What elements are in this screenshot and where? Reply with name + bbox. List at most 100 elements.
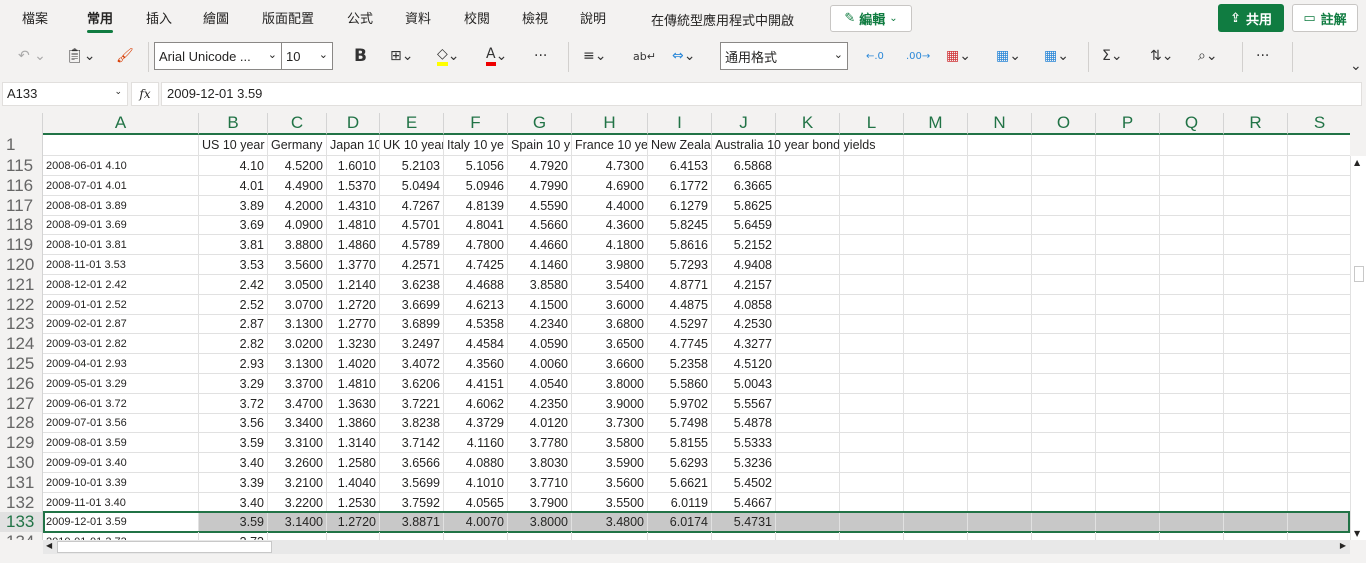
scroll-up-icon[interactable]: ▲ bbox=[1354, 158, 1360, 167]
undo-button[interactable]: ↶ ⌄ bbox=[18, 44, 46, 68]
cell-P116[interactable] bbox=[1096, 175, 1160, 196]
cell-E121[interactable]: 3.6238 bbox=[380, 274, 444, 295]
cell-D116[interactable]: 1.5370 bbox=[327, 175, 380, 196]
cell-J122[interactable]: 4.0858 bbox=[712, 294, 776, 315]
cell-E126[interactable]: 3.6206 bbox=[380, 373, 444, 394]
column-header-M[interactable]: M bbox=[904, 113, 968, 135]
cell-Q116[interactable] bbox=[1160, 175, 1224, 196]
cell-I117[interactable]: 6.1279 bbox=[648, 195, 712, 216]
cell-M131[interactable] bbox=[904, 472, 968, 493]
column-header-L[interactable]: L bbox=[840, 113, 904, 135]
cell-S118[interactable] bbox=[1288, 215, 1350, 236]
cell-H121[interactable]: 3.5400 bbox=[572, 274, 648, 295]
cell-O118[interactable] bbox=[1032, 215, 1096, 236]
cell-S116[interactable] bbox=[1288, 176, 1350, 196]
scroll-left-icon[interactable]: ◀ bbox=[46, 541, 52, 550]
row-header[interactable]: 130 bbox=[0, 453, 43, 473]
cell-J116[interactable]: 6.3665 bbox=[712, 175, 776, 196]
cell-styles-button[interactable]: ▦ ⌄ bbox=[1044, 44, 1069, 68]
cell-K122[interactable] bbox=[776, 294, 840, 315]
cell-C120[interactable]: 3.5600 bbox=[268, 255, 327, 275]
cell-B116[interactable]: 4.01 bbox=[199, 175, 268, 196]
cell-S119[interactable] bbox=[1288, 235, 1350, 256]
cell-G124[interactable]: 4.0590 bbox=[508, 334, 572, 355]
cell-D115[interactable]: 1.6010 bbox=[327, 156, 380, 176]
cell-I129[interactable]: 5.8155 bbox=[648, 433, 712, 454]
cell-K128[interactable] bbox=[776, 413, 840, 434]
row-header[interactable]: 128 bbox=[0, 413, 43, 434]
cell-E125[interactable]: 3.4072 bbox=[380, 354, 444, 374]
cell-E116[interactable]: 5.0494 bbox=[380, 175, 444, 196]
cell-G115[interactable]: 4.7920 bbox=[508, 156, 572, 176]
cell-S121[interactable] bbox=[1288, 275, 1350, 295]
cell-B124[interactable]: 2.82 bbox=[199, 334, 268, 355]
cell-M1[interactable] bbox=[904, 135, 968, 156]
cell-R132[interactable] bbox=[1224, 492, 1288, 513]
cell-H120[interactable]: 3.9800 bbox=[572, 255, 648, 275]
cell-Q117[interactable] bbox=[1160, 195, 1224, 216]
cell-Q133[interactable] bbox=[1160, 512, 1224, 533]
comments-button[interactable]: ▭ 註解 bbox=[1292, 4, 1358, 32]
cell-D119[interactable]: 1.4860 bbox=[327, 235, 380, 256]
tab-0[interactable]: 檔案 bbox=[22, 8, 48, 27]
cell-I124[interactable]: 4.7745 bbox=[648, 334, 712, 355]
cell-B119[interactable]: 3.81 bbox=[199, 235, 268, 256]
decrease-decimal-button[interactable]: .00→ bbox=[906, 44, 930, 68]
cell-A117[interactable]: 2008-08-01 3.89 bbox=[43, 195, 199, 216]
cell-R125[interactable] bbox=[1224, 354, 1288, 374]
cell-M130[interactable] bbox=[904, 453, 968, 473]
cell-I131[interactable]: 5.6621 bbox=[648, 472, 712, 493]
tab-6[interactable]: 資料 bbox=[405, 8, 431, 27]
cell-F134[interactable] bbox=[444, 532, 508, 540]
cell-A130[interactable]: 2009-09-01 3.40 bbox=[43, 453, 199, 473]
name-box[interactable]: A133 ⌄ bbox=[2, 82, 128, 106]
cell-O126[interactable] bbox=[1032, 373, 1096, 394]
cell-M133[interactable] bbox=[904, 512, 968, 533]
cell-H128[interactable]: 3.7300 bbox=[572, 413, 648, 434]
cell-P128[interactable] bbox=[1096, 413, 1160, 434]
cell-L119[interactable] bbox=[840, 235, 904, 256]
cell-K127[interactable] bbox=[776, 393, 840, 414]
cell-E130[interactable]: 3.6566 bbox=[380, 453, 444, 473]
cell-G129[interactable]: 3.7780 bbox=[508, 433, 572, 454]
cell-I133[interactable]: 6.0174 bbox=[648, 512, 712, 533]
cell-K129[interactable] bbox=[776, 433, 840, 454]
cell-M121[interactable] bbox=[904, 274, 968, 295]
cell-J118[interactable]: 5.6459 bbox=[712, 215, 776, 236]
cell-N118[interactable] bbox=[968, 215, 1032, 236]
cell-M118[interactable] bbox=[904, 215, 968, 236]
cell-O132[interactable] bbox=[1032, 492, 1096, 513]
more-options-button[interactable]: ··· bbox=[1256, 44, 1269, 68]
row-header[interactable]: 133 bbox=[0, 512, 43, 533]
tab-4[interactable]: 版面配置 bbox=[262, 8, 314, 27]
cell-K124[interactable] bbox=[776, 334, 840, 355]
cell-B132[interactable]: 3.40 bbox=[199, 492, 268, 513]
find-button[interactable]: ⌕ ⌄ bbox=[1198, 44, 1218, 68]
tab-8[interactable]: 檢視 bbox=[522, 8, 548, 27]
cell-L122[interactable] bbox=[840, 294, 904, 315]
cell-N125[interactable] bbox=[968, 354, 1032, 374]
cell-E122[interactable]: 3.6699 bbox=[380, 294, 444, 315]
cell-K123[interactable] bbox=[776, 314, 840, 335]
cell-J119[interactable]: 5.2152 bbox=[712, 235, 776, 256]
more-font-options-button[interactable]: ··· bbox=[534, 44, 547, 68]
cell-R116[interactable] bbox=[1224, 175, 1288, 196]
cell-F130[interactable]: 4.0880 bbox=[444, 453, 508, 473]
row-header[interactable]: 116 bbox=[0, 175, 43, 196]
row-header[interactable]: 125 bbox=[0, 354, 43, 374]
cell-B122[interactable]: 2.52 bbox=[199, 294, 268, 315]
cell-H126[interactable]: 3.8000 bbox=[572, 373, 648, 394]
cell-C126[interactable]: 3.3700 bbox=[268, 373, 327, 394]
cell-B131[interactable]: 3.39 bbox=[199, 472, 268, 493]
cell-L120[interactable] bbox=[840, 255, 904, 275]
cell-G121[interactable]: 3.8580 bbox=[508, 274, 572, 295]
cell-K134[interactable] bbox=[776, 532, 840, 540]
cell-Q127[interactable] bbox=[1160, 393, 1224, 414]
cell-C117[interactable]: 4.2000 bbox=[268, 195, 327, 216]
cell-M120[interactable] bbox=[904, 255, 968, 275]
cell-B125[interactable]: 2.93 bbox=[199, 354, 268, 374]
format-as-table-button[interactable]: ▦ ⌄ bbox=[996, 44, 1021, 68]
cell-A126[interactable]: 2009-05-01 3.29 bbox=[43, 373, 199, 394]
cell-O129[interactable] bbox=[1032, 433, 1096, 454]
cell-G117[interactable]: 4.5590 bbox=[508, 195, 572, 216]
